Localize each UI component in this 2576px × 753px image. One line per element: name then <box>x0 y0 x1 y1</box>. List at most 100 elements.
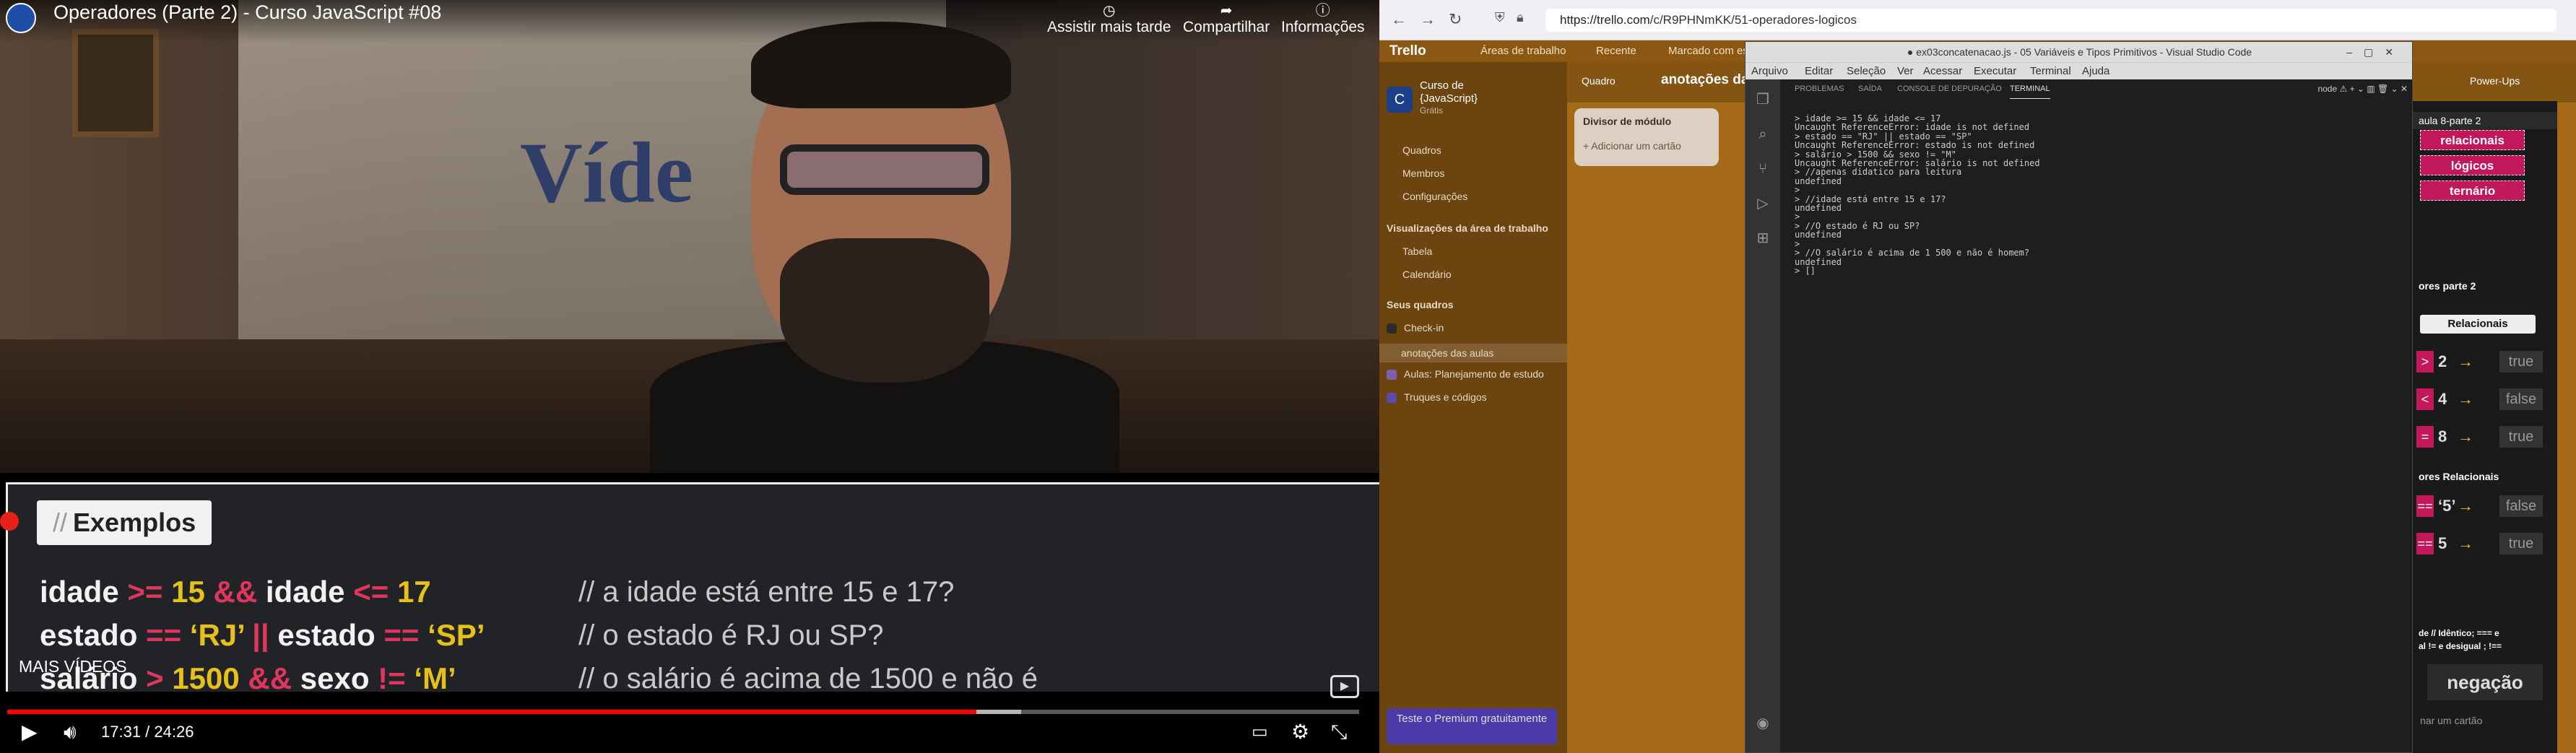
identical-text: de // Idêntico; === e <box>2419 628 2499 638</box>
row-value: 2 <box>2438 352 2447 370</box>
menu-terminal[interactable]: Terminal <box>2030 63 2071 80</box>
channel-avatar[interactable] <box>6 3 36 33</box>
progress-bar[interactable] <box>7 710 1359 714</box>
exit-fullscreen-icon[interactable]: ⤡ <box>1331 716 1347 748</box>
run-debug-icon[interactable]: ▷ <box>1754 195 1771 212</box>
sidebar-item-calendar[interactable]: Calendário <box>1402 269 1452 280</box>
menu-selection[interactable]: Seleção <box>1847 63 1886 80</box>
relational-caption: ores Relacionais <box>2419 471 2499 482</box>
board-item[interactable]: Aulas: Planejamento de estudo <box>1387 368 1544 380</box>
back-arrow-icon[interactable]: ← <box>1391 10 1407 29</box>
vscode-title: ● ex03concatenacao.js - 05 Variáveis e T… <box>1745 42 2412 62</box>
relational-row: >2 → true <box>2413 347 2557 375</box>
url-host: https://trello.com <box>1560 13 1650 27</box>
play-icon[interactable]: ▶ <box>22 716 38 748</box>
tab-terminal[interactable]: TERMINAL <box>2010 79 2050 99</box>
menu-recent[interactable]: Recente <box>1596 40 1636 62</box>
terminal-line: > //O salário é acima de 1 500 e não é h… <box>1795 248 2030 258</box>
slides-heading: aula 8-parte 2 <box>2413 112 2557 129</box>
row-value: 5 <box>2438 534 2447 552</box>
sidebar-item-boards[interactable]: Quadros <box>1402 144 1441 156</box>
player-controls: ▶ 🔊︎ 17:31 / 24:26 ▭ ⚙ ⤡ <box>0 715 1379 753</box>
board-item[interactable]: Check-in <box>1387 322 1444 334</box>
forward-arrow-icon[interactable]: → <box>1420 10 1436 29</box>
relational-row: = 8 → true <box>2413 422 2557 451</box>
explorer-icon[interactable]: ❐ <box>1754 91 1771 108</box>
row-result: true <box>2499 533 2543 554</box>
tab-debug-console[interactable]: CONSOLE DE DEPURAÇÃO <box>1897 79 2002 98</box>
list-title[interactable]: Divisor de módulo <box>1583 116 1671 127</box>
volume-icon[interactable]: 🔊︎ <box>64 716 77 748</box>
tab-output[interactable]: SAÍDA <box>1858 79 1882 98</box>
miniplayer-icon[interactable]: ▶ <box>1330 675 1359 698</box>
code-value: 17 <box>396 575 431 609</box>
source-control-icon[interactable]: ⑂ <box>1754 160 1771 178</box>
sidebar-item-members[interactable]: Membros <box>1402 167 1444 179</box>
search-icon[interactable]: ⌕ <box>1754 126 1771 143</box>
share-label: Compartilhar <box>1183 19 1270 35</box>
terminal-actions[interactable]: node ⚠ + ⌄ ▥ 🗑︎ ⌄ ✕ <box>2317 79 2408 98</box>
code-operator: <= <box>353 575 397 609</box>
terminal-line: > //O estado é RJ ou SP? <box>1795 220 1920 231</box>
code-token: idade <box>265 575 354 609</box>
window-controls[interactable]: –▢✕ <box>2346 42 2405 62</box>
reload-icon[interactable]: ↻ <box>1449 10 1462 29</box>
add-card-button[interactable]: + Adicionar um cartão <box>1583 140 1681 152</box>
menu-view[interactable]: Ver <box>1897 63 1914 80</box>
row-value: 4 <box>2438 390 2447 408</box>
extensions-icon[interactable]: ⊞ <box>1754 230 1771 247</box>
shield-icon[interactable]: ⛨ <box>1495 10 1505 25</box>
terminal-profile[interactable]: node <box>2317 84 2337 94</box>
video-frame[interactable]: Víde <box>0 0 1379 473</box>
premium-trial-button[interactable]: Teste o Premium gratuitamente <box>1387 708 1557 744</box>
info-button[interactable]: ⓘ Informações <box>1281 3 1365 36</box>
share-button[interactable]: ➦ Compartilhar <box>1183 3 1270 36</box>
menu-help[interactable]: Ajuda <box>2082 63 2109 80</box>
row-result: false <box>2499 388 2543 410</box>
menu-go[interactable]: Acessar <box>1923 63 1962 80</box>
menu-run[interactable]: Executar <box>1974 63 2016 80</box>
more-videos-button[interactable]: MAIS VÍDEOS <box>19 657 127 676</box>
terminal-line: > //idade está entre 15 e 17? <box>1795 193 1946 204</box>
board-item-active[interactable]: anotações das aulas <box>1379 344 1567 362</box>
terminal-output[interactable]: > idade >= 15 && idade <= 17 Uncaught Ref… <box>1795 114 2372 276</box>
board-item[interactable]: Truques e códigos <box>1387 391 1487 404</box>
row-value: 8 <box>2438 427 2447 445</box>
menu-workspaces[interactable]: Áreas de trabalho <box>1480 40 1566 62</box>
desigual-text: al != e desigual ; !== <box>2419 641 2502 651</box>
board-color-swatch <box>1387 393 1397 404</box>
url-path: /c/R9PHNmKK/51-operadores-logicos <box>1649 13 1857 27</box>
settings-gear-icon[interactable]: ⚙ <box>1291 716 1309 748</box>
terminal-line: > [] <box>1795 265 1816 276</box>
power-ups-button[interactable]: Power-Ups <box>2470 75 2520 87</box>
sidebar-item-table[interactable]: Tabela <box>1402 245 1432 257</box>
row-operator: = <box>2416 426 2434 448</box>
watch-later-button[interactable]: ◷ Assistir mais tarde <box>1047 3 1171 36</box>
youtube-player[interactable]: Víde Operadores (Parte 2) - Curso JavaSc… <box>0 0 1379 753</box>
trello-logo[interactable]: Trello <box>1389 40 1426 62</box>
arrow-icon: → <box>2458 497 2473 515</box>
board-view-switch[interactable]: Quadro <box>1582 75 1616 87</box>
code-line: estado == ‘RJ’ || estado == ‘SP’ <box>40 618 485 653</box>
workspace-badge[interactable]: C <box>1387 87 1413 113</box>
menu-edit[interactable]: Editar <box>1805 63 1833 80</box>
menu-file[interactable]: Arquivo <box>1751 63 1788 80</box>
lock-icon[interactable]: 🔒︎ <box>1517 10 1524 25</box>
lesson-slide: //Exemplos idade >= 15 && idade <= 17 //… <box>6 482 1379 695</box>
video-title[interactable]: Operadores (Parte 2) - Curso JavaScript … <box>53 1 441 24</box>
account-icon[interactable]: ◉ <box>1754 715 1771 732</box>
progress-played <box>7 710 977 714</box>
code-operator: >= <box>127 575 172 609</box>
code-operator: && <box>248 661 300 695</box>
video-picture-frame <box>72 29 159 137</box>
code-operator: || <box>252 618 278 652</box>
sidebar-item-settings[interactable]: Configurações <box>1402 191 1467 202</box>
terminal-line: undefined <box>1795 256 1842 267</box>
address-bar[interactable]: https://trello.com/c/R9PHNmKK/51-operado… <box>1545 9 2557 32</box>
add-card-button[interactable]: nar um cartão <box>2420 715 2482 726</box>
screen: Víde Operadores (Parte 2) - Curso JavaSc… <box>0 0 2576 753</box>
slides-panel: aula 8-parte 2 relacionais lógicos terná… <box>2413 101 2557 753</box>
tab-problems[interactable]: PROBLEMAS <box>1795 79 1844 98</box>
workspace-name[interactable]: Curso de {JavaScript} <box>1420 79 1521 105</box>
subtitles-icon[interactable]: ▭ <box>1252 716 1268 748</box>
